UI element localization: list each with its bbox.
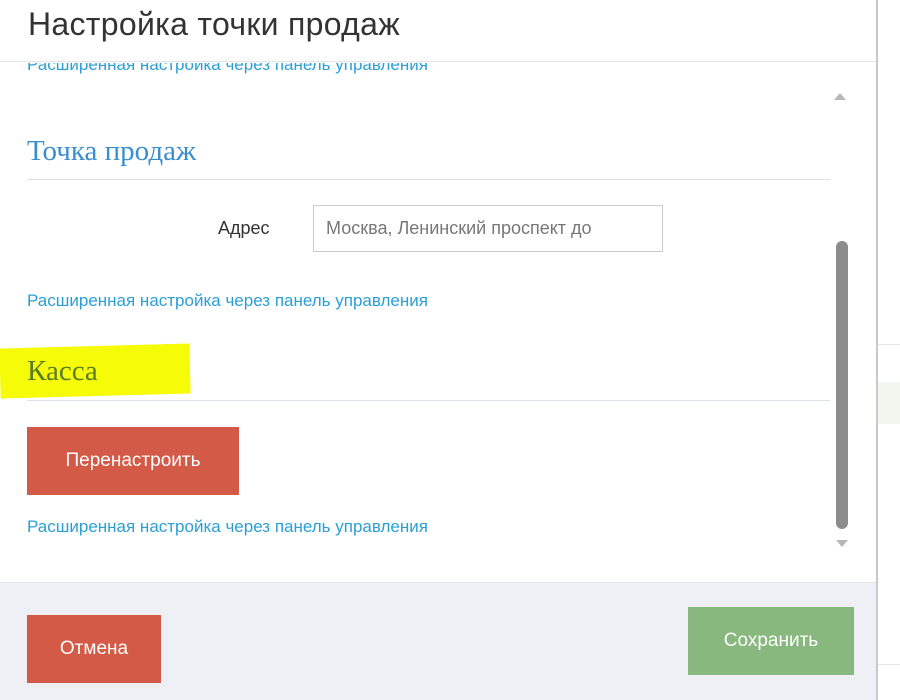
- background-divider: [878, 664, 900, 665]
- background-divider: [878, 344, 900, 345]
- section-divider: [27, 400, 830, 401]
- save-button[interactable]: Сохранить: [688, 607, 854, 675]
- address-label: Адрес: [218, 218, 270, 238]
- section-title-register: Касса: [27, 355, 98, 387]
- advanced-settings-link-register[interactable]: Расширенная настройка через панель управ…: [27, 517, 428, 537]
- reconfigure-button[interactable]: Перенастроить: [27, 427, 239, 495]
- dialog-header: Настройка точки продаж: [0, 0, 876, 62]
- section-divider: [27, 179, 830, 180]
- scroll-down-arrow-icon[interactable]: [836, 540, 848, 547]
- settings-dialog: Настройка точки продаж Расширенная настр…: [0, 0, 878, 700]
- scrollbar-thumb[interactable]: [836, 241, 848, 529]
- background-row: [878, 382, 900, 424]
- address-input[interactable]: [313, 205, 663, 252]
- dialog-title: Настройка точки продаж: [28, 6, 400, 42]
- advanced-settings-link-sales-point[interactable]: Расширенная настройка через панель управ…: [27, 291, 428, 311]
- section-title-sales-point: Точка продаж: [27, 135, 196, 167]
- dialog-body[interactable]: Расширенная настройка через панель управ…: [0, 63, 876, 581]
- dialog-footer: Отмена Сохранить: [0, 582, 876, 700]
- cancel-button[interactable]: Отмена: [27, 615, 161, 683]
- advanced-settings-link-partial[interactable]: Расширенная настройка через панель управ…: [27, 63, 428, 75]
- background-page: [878, 0, 900, 700]
- scroll-up-arrow-icon[interactable]: [834, 93, 846, 100]
